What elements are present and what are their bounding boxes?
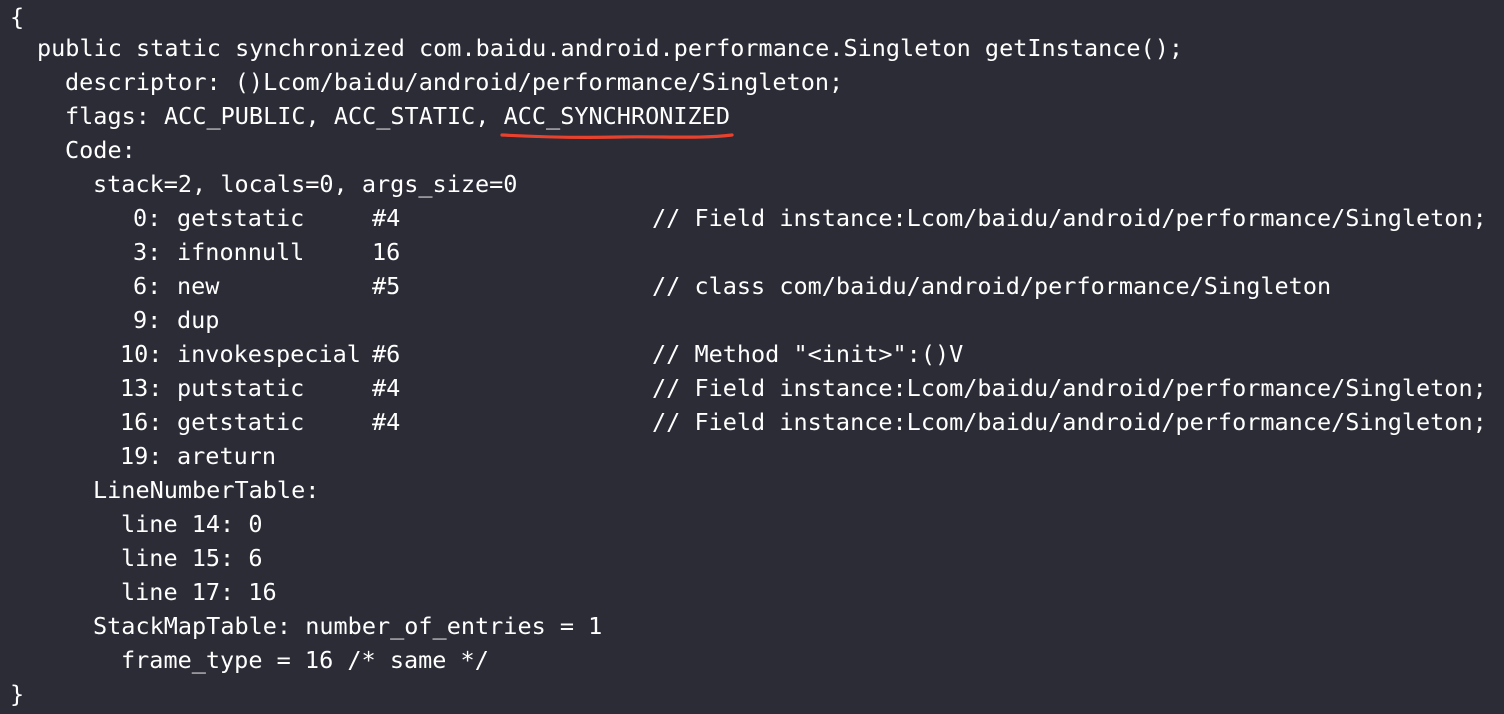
instruction-opcode: getstatic <box>177 204 305 232</box>
instruction-opcode: dup <box>177 306 220 334</box>
instruction-opcode: areturn <box>177 442 277 470</box>
instruction-row: 9: dup <box>0 303 1504 337</box>
instruction-arg: #4 <box>372 204 401 232</box>
instruction-opcode: getstatic <box>177 408 305 436</box>
line-number-table-label: LineNumberTable: <box>93 476 320 504</box>
stack-info: stack=2, locals=0, args_size=0 <box>93 170 518 198</box>
instruction-arg: #6 <box>372 340 401 368</box>
instruction-offset: 19: <box>120 442 163 470</box>
instruction-offset: 0: <box>133 204 162 232</box>
terminal-output: { public static synchronized com.baidu.a… <box>0 0 1504 714</box>
flag-synchronized: ACC_SYNCHRONIZED <box>503 102 730 130</box>
line-number-entry: line 17: 16 <box>121 578 277 606</box>
instruction-row: 6: new #5 // class com/baidu/android/per… <box>0 269 1504 303</box>
flags-line: flags: ACC_PUBLIC, ACC_STATIC, ACC_SYNCH… <box>65 99 734 139</box>
instruction-comment: // Field instance:Lcom/baidu/android/per… <box>652 374 1487 402</box>
instruction-opcode: new <box>177 272 220 300</box>
descriptor-line: descriptor: ()Lcom/baidu/android/perform… <box>65 68 844 96</box>
code-label: Code: <box>65 136 136 164</box>
instruction-offset: 10: <box>120 340 163 368</box>
line-number-entry: line 14: 0 <box>121 510 263 538</box>
instruction-offset: 13: <box>120 374 163 402</box>
instruction-opcode: ifnonnull <box>177 238 305 266</box>
instruction-row: 3: ifnonnull 16 <box>0 235 1504 269</box>
instruction-arg: 16 <box>372 238 401 266</box>
instruction-offset: 6: <box>133 272 162 300</box>
frame-type: frame_type = 16 /* same */ <box>121 646 489 674</box>
instruction-row: 0: getstatic #4 // Field instance:Lcom/b… <box>0 201 1504 235</box>
open-brace: { <box>10 3 25 31</box>
instruction-arg: #4 <box>372 374 401 402</box>
instruction-row: 16: getstatic #4 // Field instance:Lcom/… <box>0 405 1504 439</box>
instruction-offset: 16: <box>120 408 163 436</box>
instruction-comment: // class com/baidu/android/performance/S… <box>652 272 1332 300</box>
instruction-row: 10: invokespecial #6 // Method "<init>":… <box>0 337 1504 371</box>
instruction-row: 19: areturn <box>0 439 1504 473</box>
instruction-comment: // Method "<init>":()V <box>652 340 964 368</box>
method-signature: public static synchronized com.baidu.and… <box>37 34 1184 62</box>
flags-prefix: flags: ACC_PUBLIC, ACC_STATIC, <box>65 102 504 130</box>
instruction-comment: // Field instance:Lcom/baidu/android/per… <box>652 408 1487 436</box>
instruction-offset: 9: <box>133 306 162 334</box>
close-brace: } <box>10 680 25 708</box>
stack-map-table: StackMapTable: number_of_entries = 1 <box>93 612 603 640</box>
line-number-entry: line 15: 6 <box>121 544 263 572</box>
instruction-row: 13: putstatic #4 // Field instance:Lcom/… <box>0 371 1504 405</box>
instruction-comment: // Field instance:Lcom/baidu/android/per… <box>652 204 1487 232</box>
instruction-opcode: putstatic <box>177 374 305 402</box>
flags-highlighted: ACC_SYNCHRONIZED <box>500 99 734 139</box>
instruction-opcode: invokespecial <box>177 340 361 368</box>
instruction-arg: #5 <box>372 272 401 300</box>
instruction-offset: 3: <box>133 238 162 266</box>
instruction-arg: #4 <box>372 408 401 436</box>
